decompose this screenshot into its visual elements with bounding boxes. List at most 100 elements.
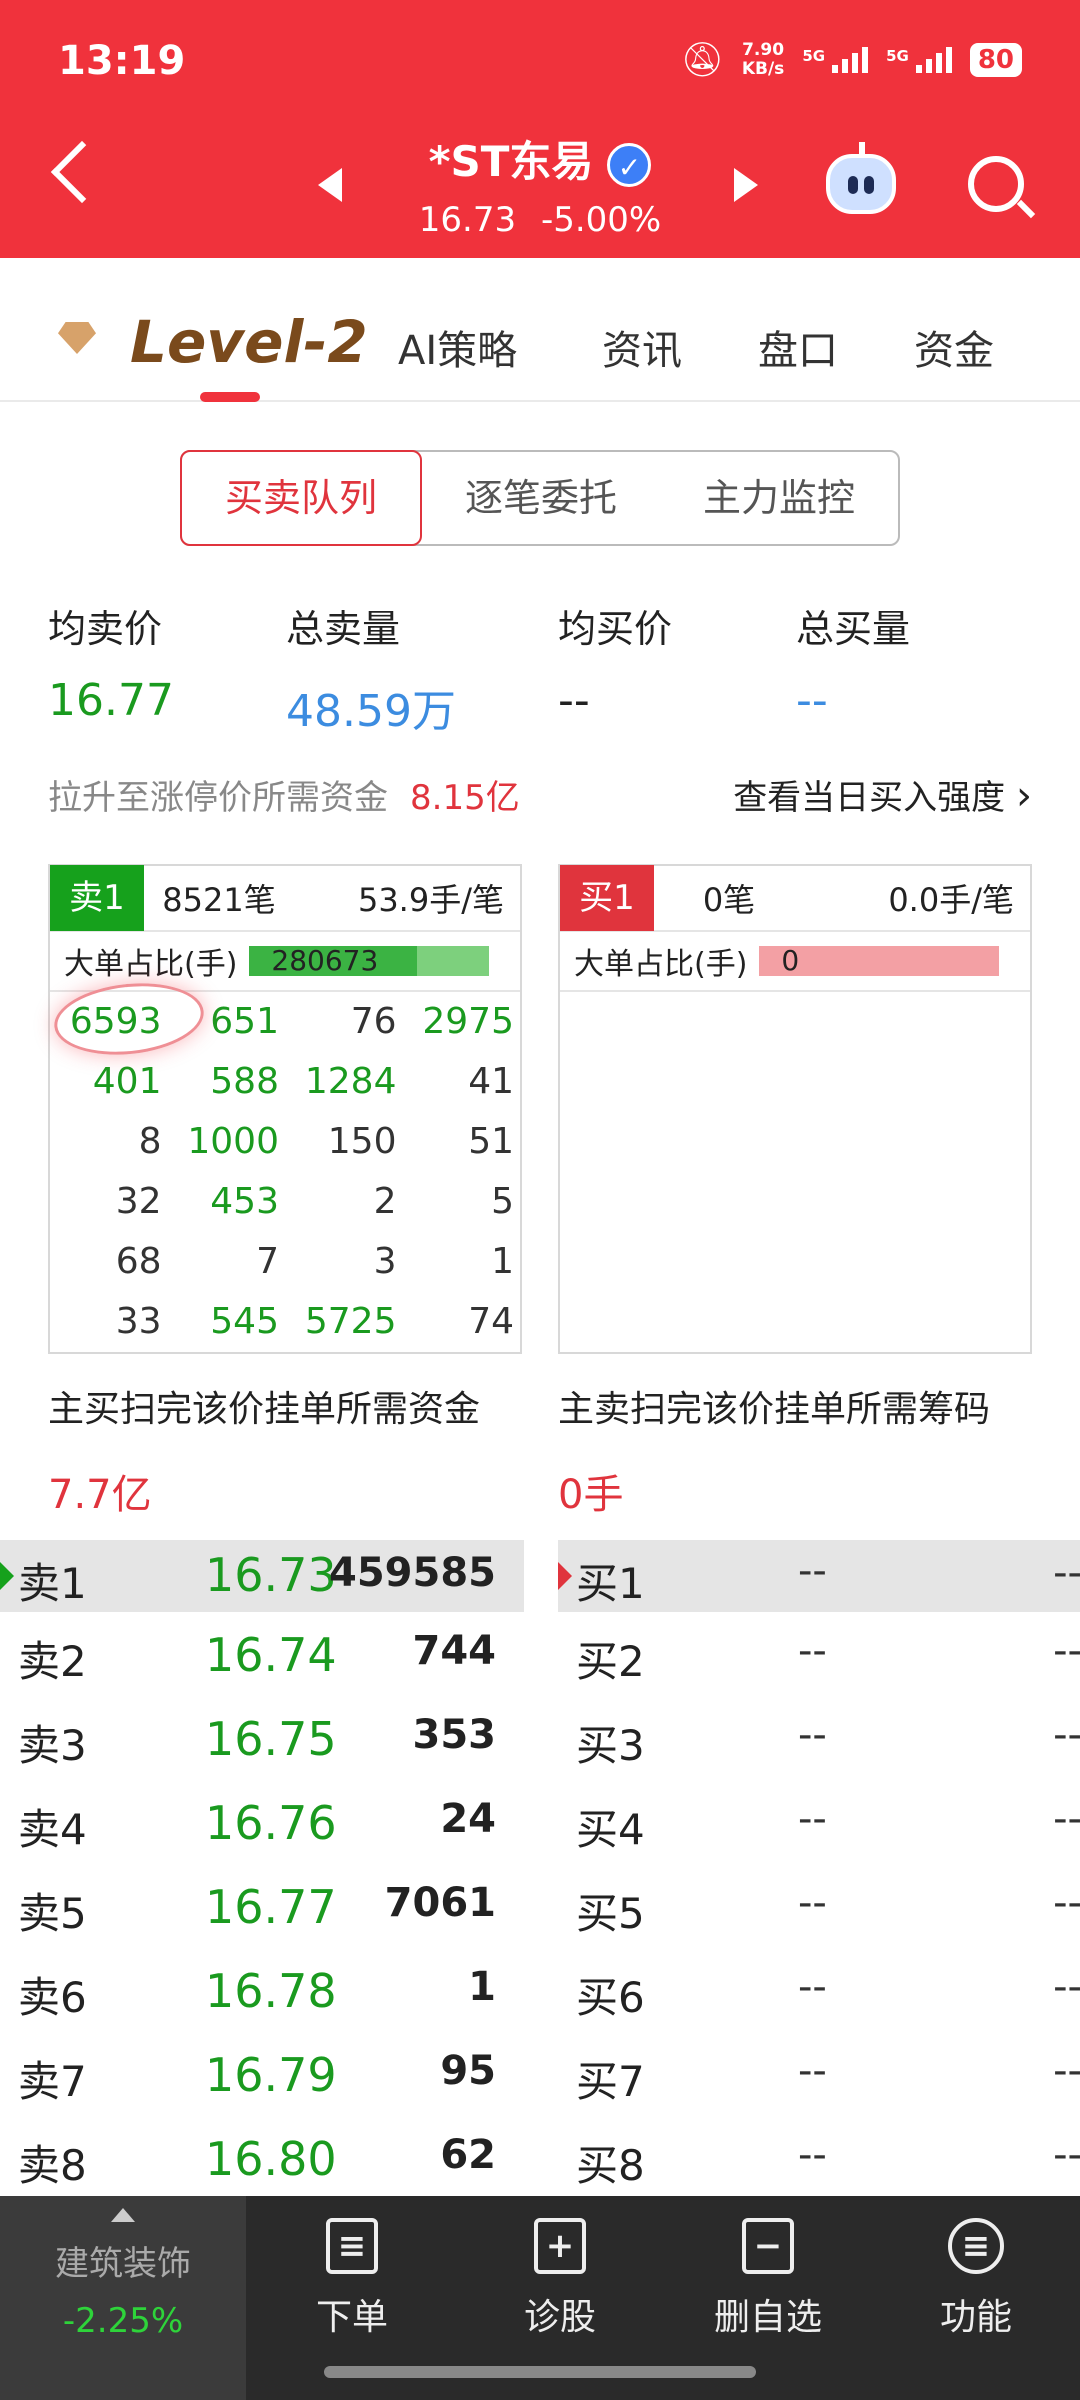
buy-big-order-row: 大单占比(手) 0 <box>560 932 1030 992</box>
book-volume: 7061 <box>384 1880 496 1926</box>
ask-book: 卖1 16.73 459585 卖2 16.74 744 卖3 16.75 353 卖4 16.76… <box>0 1540 524 2200</box>
segment-order-queue[interactable]: 买卖队列 <box>180 450 422 546</box>
ask-row[interactable]: 卖7 16.79 95 <box>0 2032 524 2116</box>
search-icon[interactable] <box>968 156 1024 212</box>
bid-row[interactable]: 买3 -- -- <box>558 1696 1080 1780</box>
book-level: 卖6 <box>18 1973 87 2022</box>
status-icons: 🔕︎ 7.90 KB/s 5G 5G 80 <box>681 40 1022 80</box>
book-price: 16.73 <box>205 1548 337 1602</box>
tab-order-book[interactable]: 盘口 <box>758 318 838 376</box>
buy-big-order-bar: 0 <box>759 946 1000 976</box>
sell-big-order-bar: 280673 <box>249 946 490 976</box>
book-volume: -- <box>1053 1964 1080 2010</box>
chevron-up-icon <box>111 2208 135 2222</box>
ask-row[interactable]: 卖2 16.74 744 <box>0 1612 524 1696</box>
ai-robot-icon[interactable] <box>826 142 896 214</box>
book-volume: 24 <box>440 1796 496 1842</box>
book-volume: -- <box>1053 1550 1080 1596</box>
nav-functions[interactable]: ≡ 功能 <box>886 2218 1066 2340</box>
book-level: 买8 <box>576 2141 645 2190</box>
buy-queue-count: 0笔 <box>702 881 756 919</box>
book-price: -- <box>798 1796 827 1842</box>
queue-cell: 33 <box>115 1301 162 1342</box>
segment-main-monitor[interactable]: 主力监控 <box>660 452 898 544</box>
stat-avg-buy: 均买价 -- <box>558 598 672 726</box>
bid-row[interactable]: 买5 -- -- <box>558 1864 1080 1948</box>
queue-cell: 51 <box>468 1121 514 1162</box>
book-volume: 95 <box>440 2048 496 2094</box>
book-price: 16.77 <box>205 1880 337 1934</box>
bid-row[interactable]: 买7 -- -- <box>558 2032 1080 2116</box>
tab-capital[interactable]: 资金 <box>914 318 994 376</box>
signal-icon: 5G <box>802 47 869 73</box>
book-volume: -- <box>1053 1796 1080 1842</box>
order-icon: ≡ <box>326 2218 378 2274</box>
queue-cell: 1000 <box>187 1121 279 1162</box>
nav-diagnose[interactable]: + 诊股 <box>470 2218 650 2340</box>
mute-icon: 🔕︎ <box>680 40 724 80</box>
diamond-icon <box>58 322 96 354</box>
tab-news[interactable]: 资讯 <box>602 318 682 376</box>
book-level: 卖3 <box>18 1721 87 1770</box>
bid-row[interactable]: 买1 -- -- <box>558 1540 1080 1612</box>
book-volume: -- <box>1053 1712 1080 1758</box>
ask-row[interactable]: 卖4 16.76 24 <box>0 1780 524 1864</box>
book-price: -- <box>798 2048 827 2094</box>
ask-row[interactable]: 卖8 16.80 62 <box>0 2116 524 2200</box>
book-level: 卖4 <box>18 1805 87 1854</box>
battery-icon: 80 <box>969 43 1022 77</box>
current-level-marker <box>558 1562 572 1590</box>
book-price: 16.74 <box>205 1628 337 1682</box>
queue-cell: 1 <box>491 1241 514 1282</box>
nav-label: 诊股 <box>523 2297 596 2338</box>
stock-title: *ST东易 ✓ <box>0 128 1080 189</box>
book-volume: 62 <box>440 2132 496 2178</box>
book-price: -- <box>798 1712 827 1758</box>
tab-ai-strategy[interactable]: AI策略 <box>398 318 517 376</box>
bid-row[interactable]: 买8 -- -- <box>558 2116 1080 2200</box>
sell-queue-count: 8521笔 <box>162 881 276 919</box>
ask-row[interactable]: 卖5 16.77 7061 <box>0 1864 524 1948</box>
next-stock-icon[interactable] <box>734 168 758 202</box>
nav-remove-watchlist[interactable]: − 删自选 <box>678 2218 858 2340</box>
ask-row[interactable]: 卖1 16.73 459585 <box>0 1540 524 1612</box>
book-level: 买3 <box>576 1721 645 1770</box>
big-order-label: 大单占比(手) <box>574 947 748 982</box>
stat-value: 16.77 <box>48 675 174 726</box>
segment-tick-orders[interactable]: 逐笔委托 <box>422 452 660 544</box>
stat-value: 48.59万 <box>286 686 456 737</box>
bid-row[interactable]: 买4 -- -- <box>558 1780 1080 1864</box>
stat-total-sell: 总卖量 48.59万 <box>286 598 456 739</box>
book-price: -- <box>798 1548 827 1594</box>
buy-strength-link[interactable]: 查看当日买入强度 › <box>733 770 1032 819</box>
stat-label: 均卖价 <box>48 607 163 651</box>
book-volume: 744 <box>412 1628 497 1674</box>
nav-order[interactable]: ≡ 下单 <box>262 2218 442 2340</box>
bid-row[interactable]: 买6 -- -- <box>558 1948 1080 2032</box>
queue-cell: 5725 <box>304 1301 397 1342</box>
queue-cell: 588 <box>210 1061 279 1102</box>
book-level: 买4 <box>576 1805 645 1854</box>
diagnose-icon: + <box>534 2218 586 2274</box>
functions-icon: ≡ <box>948 2218 1004 2274</box>
queue-cell: 74 <box>468 1301 514 1342</box>
ask-row[interactable]: 卖6 16.78 1 <box>0 1948 524 2032</box>
remove-watchlist-icon: − <box>742 2218 794 2274</box>
home-indicator[interactable] <box>324 2366 756 2378</box>
ask-row[interactable]: 卖3 16.75 353 <box>0 1696 524 1780</box>
app-header: 13:19 🔕︎ 7.90 KB/s 5G 5G 80 *ST东易 ✓ 16.73 … <box>0 0 1080 258</box>
queue-cell: 68 <box>115 1241 162 1282</box>
sector-button[interactable]: 建筑装饰 -2.25% <box>0 2196 246 2400</box>
tab-level2[interactable]: Level-2 <box>130 308 368 376</box>
sweep-label: 主买扫完该价挂单所需资金 <box>48 1389 481 1430</box>
bid-row[interactable]: 买2 -- -- <box>558 1612 1080 1696</box>
queue-cell: 2975 <box>422 1001 514 1042</box>
stat-label: 总卖量 <box>286 607 401 651</box>
nav-label: 下单 <box>315 2297 388 2338</box>
stat-value: -- <box>796 675 828 726</box>
stock-price: 16.73 <box>418 200 517 240</box>
book-price: -- <box>798 1628 827 1674</box>
book-volume: 459585 <box>329 1550 496 1596</box>
book-price: -- <box>798 2132 827 2178</box>
book-level: 买6 <box>576 1973 645 2022</box>
